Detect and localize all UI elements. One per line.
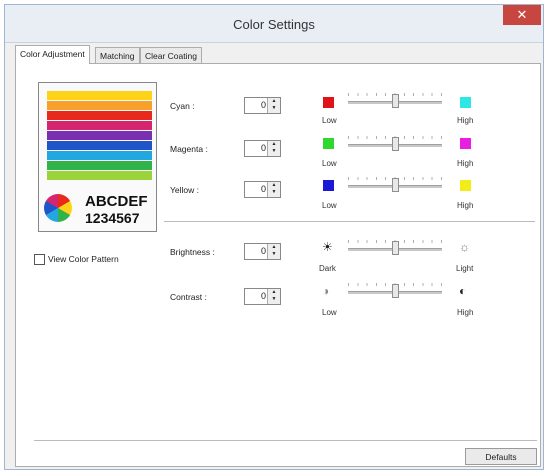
brightness-spin-arrows[interactable]: ▲ ▼ [267,244,280,259]
pencil-orange [47,101,152,110]
color-adjustment-panel: ABCDEF 1234567 View Color Pattern Cyan :… [15,63,541,467]
sample-text-letters: ABCDEF [85,193,148,210]
pencil-pink [47,121,152,130]
close-icon[interactable]: ✕ [503,5,541,25]
pencil-red [47,111,152,120]
magenta-high-swatch [460,138,471,149]
color-wheel-icon [44,194,72,222]
contrast-high-label: High [457,308,474,317]
cyan-label: Cyan : [170,101,195,111]
brightness-high-label: Light [456,264,474,273]
spin-up-icon[interactable]: ▲ [268,244,280,251]
spin-down-icon[interactable]: ▼ [268,105,280,112]
pencil-green [47,161,152,170]
window-title: Color Settings [233,17,315,32]
brightness-label: Brightness : [170,247,215,257]
cyan-spinner[interactable]: 0 ▲ ▼ [244,97,281,114]
spin-down-icon[interactable]: ▼ [268,251,280,258]
brightness-value: 0 [260,246,266,256]
yellow-low-swatch [323,180,334,191]
tab-matching[interactable]: Matching [95,47,140,63]
contrast-low-label: Low [322,308,337,317]
magenta-low-label: Low [322,159,337,168]
yellow-low-label: Low [322,201,337,210]
title-bar: Color Settings ✕ [5,5,543,43]
yellow-slider[interactable] [348,175,442,195]
slider-thumb[interactable] [391,178,399,192]
sample-text-numbers: 1234567 [85,210,140,226]
spin-up-icon[interactable]: ▲ [268,98,280,105]
spin-down-icon[interactable]: ▼ [268,296,280,303]
contrast-spinner[interactable]: 0 ▲ ▼ [244,288,281,305]
contrast-high-icon: ◐ [459,284,467,298]
contrast-value: 0 [260,291,266,301]
brightness-slider[interactable] [348,238,442,258]
cyan-spin-arrows[interactable]: ▲ ▼ [267,98,280,113]
yellow-value: 0 [260,184,266,194]
contrast-spin-arrows[interactable]: ▲ ▼ [267,289,280,304]
sun-dark-icon: ☀ [322,240,333,254]
pencil-blue [47,141,152,150]
magenta-value: 0 [260,143,266,153]
cyan-slider[interactable] [348,91,442,111]
contrast-slider[interactable] [348,281,442,301]
tab-color-adjustment[interactable]: Color Adjustment [15,45,90,64]
defaults-button[interactable]: Defaults [465,448,537,465]
color-settings-window: Color Settings ✕ Color Adjustment Matchi… [4,4,544,470]
view-color-pattern-checkbox[interactable]: View Color Pattern [34,254,119,266]
cyan-low-swatch [323,97,334,108]
pencil-yellow [47,91,152,100]
yellow-label: Yellow : [170,185,199,195]
sun-light-icon: ☼ [459,240,470,254]
cyan-high-label: High [457,116,474,125]
magenta-spinner[interactable]: 0 ▲ ▼ [244,140,281,157]
spin-down-icon[interactable]: ▼ [268,148,280,155]
slider-thumb[interactable] [391,241,399,255]
pencil-lightblue [47,151,152,160]
bottom-divider [34,440,537,441]
cyan-value: 0 [260,100,266,110]
spin-up-icon[interactable]: ▲ [268,141,280,148]
cyan-low-label: Low [322,116,337,125]
yellow-spinner[interactable]: 0 ▲ ▼ [244,181,281,198]
section-divider [164,221,535,222]
brightness-low-label: Dark [319,264,336,273]
cyan-high-swatch [460,97,471,108]
color-sample-image: ABCDEF 1234567 [38,82,157,232]
yellow-spin-arrows[interactable]: ▲ ▼ [267,182,280,197]
yellow-high-label: High [457,201,474,210]
magenta-low-swatch [323,138,334,149]
yellow-high-swatch [460,180,471,191]
slider-thumb[interactable] [391,137,399,151]
pencil-purple [47,131,152,140]
checkbox-box[interactable] [34,254,45,266]
tab-clear-coating[interactable]: Clear Coating [140,47,202,63]
pencil-lightgreen [47,171,152,180]
magenta-label: Magenta : [170,144,208,154]
contrast-label: Contrast : [170,292,207,302]
spin-up-icon[interactable]: ▲ [268,182,280,189]
spin-down-icon[interactable]: ▼ [268,189,280,196]
slider-thumb[interactable] [391,94,399,108]
slider-thumb[interactable] [391,284,399,298]
contrast-low-icon: ◑ [322,284,330,298]
magenta-high-label: High [457,159,474,168]
brightness-spinner[interactable]: 0 ▲ ▼ [244,243,281,260]
spin-up-icon[interactable]: ▲ [268,289,280,296]
magenta-spin-arrows[interactable]: ▲ ▼ [267,141,280,156]
magenta-slider[interactable] [348,134,442,154]
view-color-pattern-label: View Color Pattern [48,254,119,264]
